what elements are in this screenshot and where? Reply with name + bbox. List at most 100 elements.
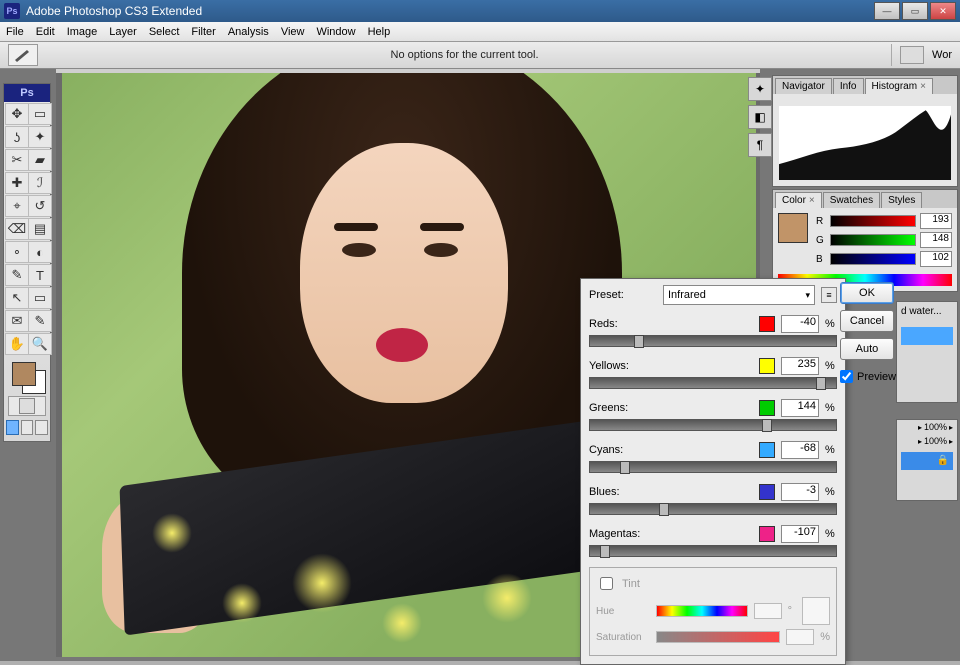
saturation-value[interactable]: [786, 629, 814, 645]
minimize-button[interactable]: —: [874, 2, 900, 20]
foreground-color-swatch[interactable]: [12, 362, 36, 386]
dodge-tool[interactable]: ◐: [28, 241, 52, 263]
type-tool[interactable]: T: [28, 264, 52, 286]
preset-menu-icon[interactable]: ≡: [821, 287, 837, 303]
hue-value[interactable]: [754, 603, 782, 619]
color-panel-swatch[interactable]: [778, 213, 808, 243]
tint-color-swatch[interactable]: [802, 597, 830, 625]
tab-histogram[interactable]: Histogram×: [865, 78, 933, 94]
slider-track-2[interactable]: [589, 419, 837, 431]
layer-item[interactable]: 🔒: [901, 452, 953, 470]
slider-thumb-5[interactable]: [600, 545, 610, 558]
menu-edit[interactable]: Edit: [36, 26, 55, 38]
color-slider-B[interactable]: [830, 253, 916, 265]
slider-thumb-4[interactable]: [659, 503, 669, 516]
slider-value-4[interactable]: -3: [781, 483, 819, 501]
menu-analysis[interactable]: Analysis: [228, 26, 269, 38]
slider-thumb-3[interactable]: [620, 461, 630, 474]
screen-mode-maximized[interactable]: [21, 420, 34, 435]
auto-button[interactable]: Auto: [840, 338, 894, 360]
tint-section: Tint Hue ° Saturation %: [589, 567, 837, 656]
preset-dropdown[interactable]: Infrared ▾: [663, 285, 815, 305]
path-selection-tool[interactable]: ↖: [5, 287, 29, 309]
slider-value-5[interactable]: -107: [781, 525, 819, 543]
slider-track-3[interactable]: [589, 461, 837, 473]
workspace-label[interactable]: Wor: [932, 49, 952, 61]
workspace-icon[interactable]: [900, 46, 924, 64]
color-slider-G[interactable]: [830, 234, 916, 246]
lasso-tool[interactable]: ʖ: [5, 126, 29, 148]
color-panel: Color× Swatches Styles R193G148B102: [772, 189, 958, 292]
slider-track-1[interactable]: [589, 377, 837, 389]
menu-image[interactable]: Image: [67, 26, 98, 38]
screen-mode-standard[interactable]: [6, 420, 19, 435]
menu-window[interactable]: Window: [316, 26, 355, 38]
tint-checkbox[interactable]: [600, 577, 613, 590]
healing-brush-tool[interactable]: ✚: [5, 172, 29, 194]
current-tool-preset-icon[interactable]: [8, 44, 38, 66]
tab-color[interactable]: Color×: [775, 192, 822, 208]
ok-button[interactable]: OK: [840, 282, 894, 304]
menu-bar: File Edit Image Layer Select Filter Anal…: [0, 22, 960, 42]
slice-tool[interactable]: ▰: [28, 149, 52, 171]
tint-label: Tint: [622, 578, 640, 590]
eraser-tool[interactable]: ⌫: [5, 218, 29, 240]
history-brush-tool[interactable]: ↺: [28, 195, 52, 217]
dock-icon-2[interactable]: ◧: [748, 105, 772, 129]
tab-styles[interactable]: Styles: [881, 192, 922, 208]
pen-tool[interactable]: ✎: [5, 264, 29, 286]
tab-swatches[interactable]: Swatches: [823, 192, 880, 208]
brush-tool[interactable]: ℐ: [28, 172, 52, 194]
zoom-tool[interactable]: 🔍: [28, 333, 52, 355]
slider-track-5[interactable]: [589, 545, 837, 557]
slider-value-2[interactable]: 144: [781, 399, 819, 417]
opacity-value: 100%: [924, 422, 947, 432]
color-slider-R[interactable]: [830, 215, 916, 227]
menu-help[interactable]: Help: [368, 26, 391, 38]
color-swatches[interactable]: [8, 360, 46, 392]
saturation-slider[interactable]: [656, 631, 780, 643]
tab-info[interactable]: Info: [833, 78, 864, 94]
slider-track-4[interactable]: [589, 503, 837, 515]
tab-navigator[interactable]: Navigator: [775, 78, 832, 94]
maximize-button[interactable]: ▭: [902, 2, 928, 20]
eyedropper-tool[interactable]: ✎: [28, 310, 52, 332]
slider-track-0[interactable]: [589, 335, 837, 347]
screen-mode-full[interactable]: [35, 420, 48, 435]
cancel-button[interactable]: Cancel: [840, 310, 894, 332]
slider-value-0[interactable]: -40: [781, 315, 819, 333]
slider-label-3: Cyans:: [589, 444, 653, 456]
slider-thumb-1[interactable]: [816, 377, 826, 390]
dock-icon-1[interactable]: ✦: [748, 77, 772, 101]
crop-tool[interactable]: ✂: [5, 149, 29, 171]
magic-wand-tool[interactable]: ✦: [28, 126, 52, 148]
move-tool[interactable]: ✥: [5, 103, 29, 125]
menu-file[interactable]: File: [6, 26, 24, 38]
marquee-tool[interactable]: ▭: [28, 103, 52, 125]
shape-tool[interactable]: ▭: [28, 287, 52, 309]
partial-panel-1-item[interactable]: [901, 327, 953, 345]
hue-slider[interactable]: [656, 605, 748, 617]
notes-tool[interactable]: ✉: [5, 310, 29, 332]
quick-mask-toggle[interactable]: [8, 396, 46, 416]
slider-swatch-5: [759, 526, 775, 542]
menu-layer[interactable]: Layer: [109, 26, 137, 38]
slider-thumb-0[interactable]: [634, 335, 644, 348]
color-value-R[interactable]: 193: [920, 213, 952, 229]
slider-value-3[interactable]: -68: [781, 441, 819, 459]
slider-thumb-2[interactable]: [762, 419, 772, 432]
menu-filter[interactable]: Filter: [191, 26, 215, 38]
slider-label-5: Magentas:: [589, 528, 653, 540]
color-value-B[interactable]: 102: [920, 251, 952, 267]
gradient-tool[interactable]: ▤: [28, 218, 52, 240]
close-button[interactable]: ✕: [930, 2, 956, 20]
blur-tool[interactable]: ∘: [5, 241, 29, 263]
preview-checkbox[interactable]: [840, 370, 853, 383]
slider-value-1[interactable]: 235: [781, 357, 819, 375]
dock-icon-3[interactable]: ¶: [748, 133, 772, 157]
menu-view[interactable]: View: [281, 26, 305, 38]
hand-tool[interactable]: ✋: [5, 333, 29, 355]
menu-select[interactable]: Select: [149, 26, 180, 38]
color-value-G[interactable]: 148: [920, 232, 952, 248]
clone-stamp-tool[interactable]: ⌖: [5, 195, 29, 217]
